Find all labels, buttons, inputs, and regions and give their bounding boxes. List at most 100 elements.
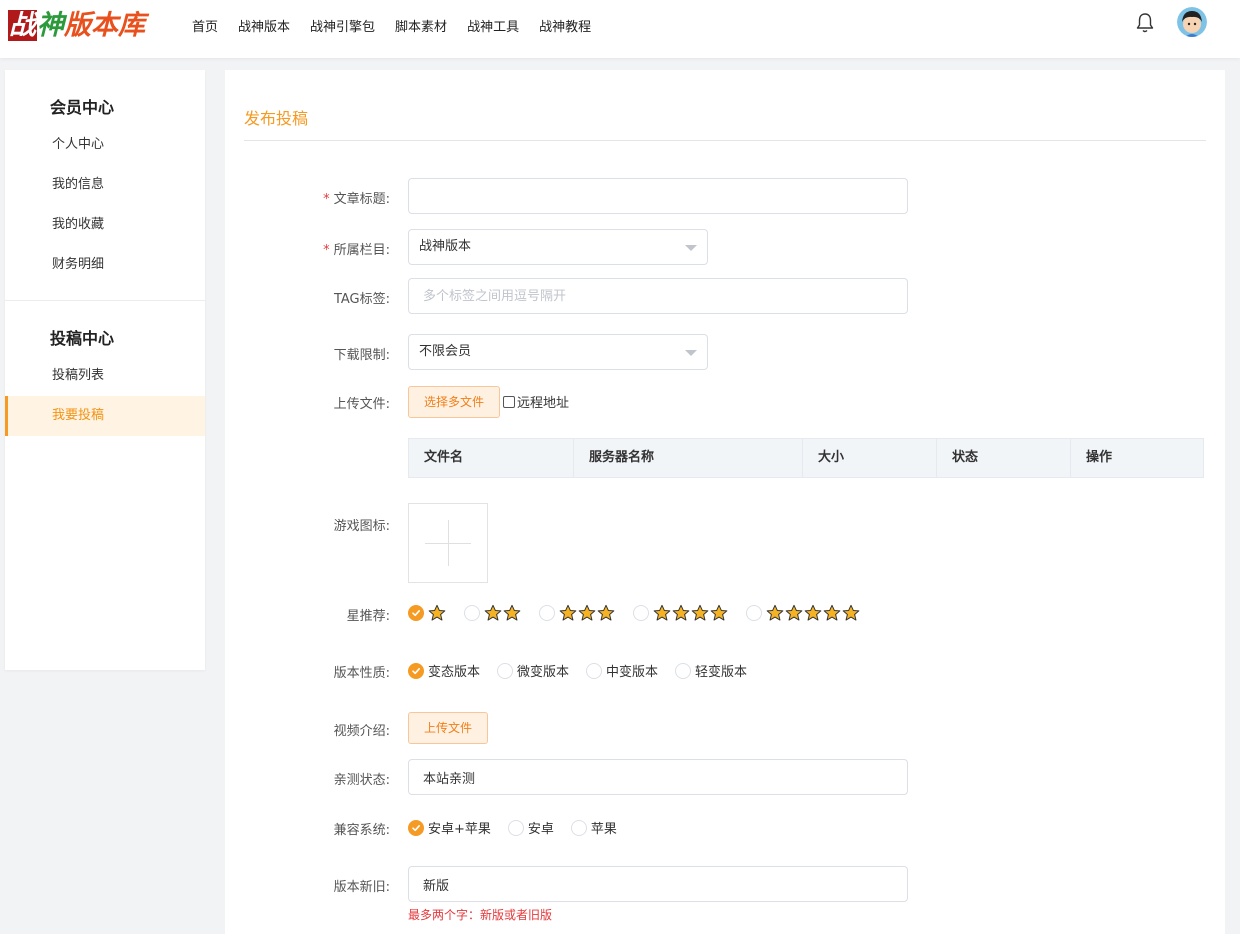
main-nav: 首页 战神版本 战神引擎包 脚本素材 战神工具 战神教程 — [192, 0, 611, 50]
column-status: 状态 — [937, 439, 1071, 477]
nature-option-0[interactable]: 变态版本 — [408, 661, 480, 680]
download-limit-label: 下载限制: — [333, 348, 390, 363]
star-icon — [484, 604, 502, 621]
star-icon — [653, 604, 671, 621]
compat-label: 兼容系统: — [333, 823, 390, 838]
radio-checked-icon[interactable] — [408, 819, 424, 836]
nav-tutorials[interactable]: 战神教程 — [539, 16, 591, 35]
upload-video-button[interactable]: 上传文件 — [408, 712, 489, 744]
chevron-down-icon — [685, 245, 697, 251]
page-title: 发布投稿 — [244, 109, 309, 128]
radio-unchecked-icon[interactable] — [633, 605, 649, 621]
compat-option-0[interactable]: 安卓+苹果 — [408, 818, 491, 837]
test-status-label: 亲测状态: — [333, 773, 390, 788]
article-title-input[interactable] — [408, 178, 908, 214]
nature-label: 版本性质: — [333, 666, 390, 681]
column-server-name: 服务器名称 — [574, 439, 803, 477]
nav-engine[interactable]: 战神引擎包 — [310, 16, 375, 35]
star-icon — [710, 604, 728, 621]
tag-input[interactable] — [408, 278, 908, 314]
site-logo[interactable]: 战神版本库 — [8, 6, 158, 46]
title-divider — [244, 140, 1206, 141]
test-status-input[interactable] — [408, 759, 908, 795]
star-icon — [691, 604, 709, 621]
radio-unchecked-icon[interactable] — [464, 605, 480, 621]
sidebar-item-my-favorites[interactable]: 我的收藏 — [5, 205, 205, 245]
compat-option-label: 安卓 — [527, 822, 554, 837]
sidebar-item-finance[interactable]: 财务明细 — [5, 245, 205, 285]
star-icon — [842, 604, 860, 621]
top-bar: 战神版本库 首页 战神版本 战神引擎包 脚本素材 战神工具 战神教程 — [0, 0, 1240, 58]
star-rating-2 — [484, 604, 522, 622]
star-radio-group — [408, 604, 878, 622]
sidebar-item-my-info[interactable]: 我的信息 — [5, 165, 205, 205]
checkbox-icon[interactable] — [503, 395, 515, 408]
star-rating-3 — [559, 604, 616, 622]
version-age-label: 版本新旧: — [333, 880, 390, 895]
required-mark: * — [323, 192, 330, 207]
nav-versions[interactable]: 战神版本 — [238, 16, 290, 35]
star-rating-4 — [653, 604, 729, 622]
download-limit-select[interactable]: 不限会员 — [408, 334, 708, 370]
remote-url-checkbox[interactable]: 远程地址 — [503, 392, 569, 411]
star-option-4[interactable] — [633, 604, 729, 622]
version-age-input[interactable] — [408, 866, 908, 902]
nature-radio-group: 变态版本 微变版本 中变版本 轻变版本 — [408, 661, 764, 680]
star-label: 星推荐: — [346, 609, 390, 624]
title-label: * 文章标题: — [323, 192, 390, 207]
bell-icon[interactable] — [1133, 11, 1157, 35]
compat-radio-group: 安卓+苹果 安卓 苹果 — [408, 818, 634, 837]
radio-checked-icon[interactable] — [408, 605, 424, 621]
star-icon — [428, 604, 446, 621]
submission-center-title: 投稿中心 — [50, 329, 115, 348]
member-center-title: 会员中心 — [50, 98, 115, 117]
star-option-3[interactable] — [539, 604, 616, 622]
file-table-header: 文件名 服务器名称 大小 状态 操作 — [408, 438, 1204, 478]
nav-scripts[interactable]: 脚本素材 — [395, 16, 447, 35]
radio-unchecked-icon[interactable] — [586, 662, 603, 679]
star-option-1[interactable] — [408, 604, 447, 622]
sidebar-item-submission-list[interactable]: 投稿列表 — [5, 356, 205, 396]
category-selected-value: 战神版本 — [419, 239, 472, 254]
select-files-button[interactable]: 选择多文件 — [408, 386, 501, 418]
sidebar-item-personal-center[interactable]: 个人中心 — [5, 125, 205, 165]
radio-unchecked-icon[interactable] — [539, 605, 555, 621]
category-select[interactable]: 战神版本 — [408, 229, 708, 265]
remote-url-label: 远程地址 — [517, 396, 570, 411]
upload-file-label: 上传文件: — [333, 397, 390, 412]
required-mark: * — [323, 243, 330, 258]
star-icon — [503, 604, 521, 621]
radio-unchecked-icon[interactable] — [746, 605, 762, 621]
user-avatar[interactable] — [1177, 7, 1207, 37]
star-option-5[interactable] — [746, 604, 861, 622]
radio-unchecked-icon[interactable] — [497, 662, 514, 679]
star-option-2[interactable] — [464, 604, 522, 622]
tag-label: TAG标签: — [333, 292, 390, 307]
nature-option-label: 微变版本 — [517, 665, 570, 680]
chevron-down-icon — [685, 350, 697, 356]
nature-option-2[interactable]: 中变版本 — [586, 661, 658, 680]
compat-option-1[interactable]: 安卓 — [507, 818, 554, 837]
version-age-hint: 最多两个字：新版或者旧版 — [408, 908, 553, 922]
star-icon — [559, 604, 577, 621]
nature-option-label: 轻变版本 — [695, 665, 748, 680]
star-icon — [578, 604, 596, 621]
nav-tools[interactable]: 战神工具 — [467, 16, 519, 35]
nav-home[interactable]: 首页 — [192, 16, 218, 35]
nature-option-1[interactable]: 微变版本 — [497, 661, 569, 680]
radio-checked-icon[interactable] — [408, 662, 424, 679]
download-limit-value: 不限会员 — [419, 344, 472, 359]
nature-option-3[interactable]: 轻变版本 — [675, 661, 747, 680]
member-sidebar: 会员中心 个人中心 我的信息 我的收藏 财务明细 投稿中心 投稿列表 我要投稿 — [5, 70, 205, 670]
column-size: 大小 — [803, 439, 937, 477]
radio-unchecked-icon[interactable] — [570, 819, 587, 836]
compat-option-2[interactable]: 苹果 — [570, 818, 617, 837]
star-icon — [766, 604, 784, 621]
nature-option-label: 变态版本 — [428, 665, 481, 680]
star-rating-1 — [428, 604, 447, 622]
radio-unchecked-icon[interactable] — [507, 819, 524, 836]
sidebar-item-submit[interactable]: 我要投稿 — [5, 396, 205, 436]
compat-option-label: 安卓+苹果 — [428, 822, 491, 837]
game-icon-upload[interactable] — [408, 503, 488, 583]
radio-unchecked-icon[interactable] — [675, 662, 692, 679]
